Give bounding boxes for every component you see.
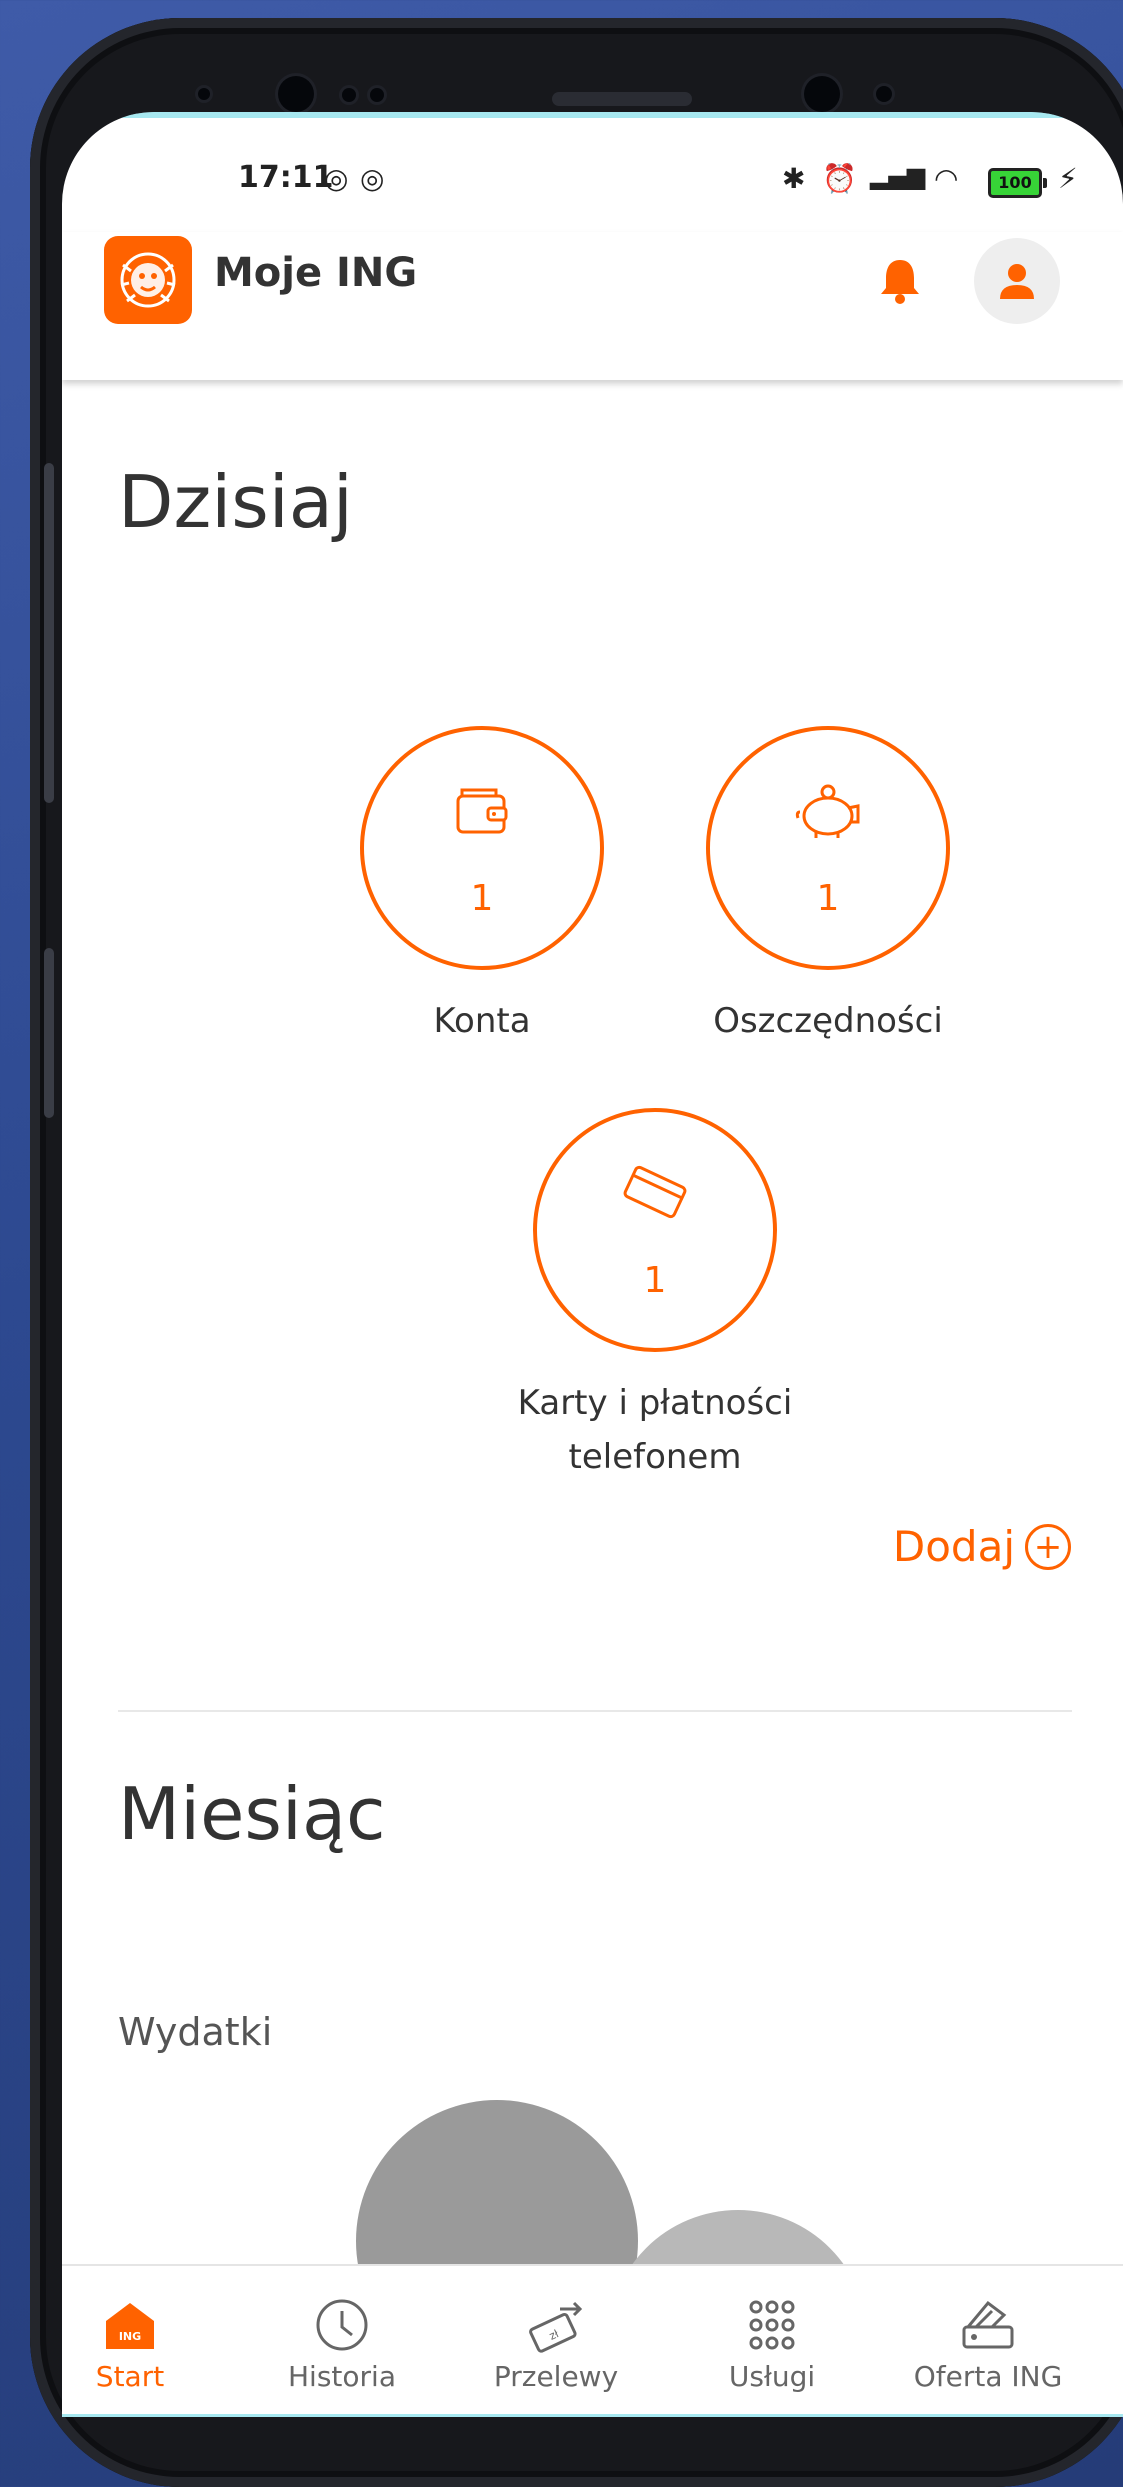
tile-savings[interactable]: 1 Oszczędności: [658, 726, 998, 1048]
card-icon: [623, 1165, 687, 1219]
alarm-icon: ⏰: [822, 162, 857, 195]
sensor-dot: [876, 86, 892, 102]
grid-icon: [749, 2300, 795, 2350]
nav-label: Usługi: [728, 2360, 816, 2393]
profile-button[interactable]: [974, 238, 1060, 324]
nav-item-services[interactable]: Usługi: [672, 2296, 872, 2393]
tile-circle: 1: [360, 726, 604, 970]
nav-label: Start: [95, 2360, 165, 2393]
nav-item-start[interactable]: ING Start: [62, 2296, 230, 2393]
tile-count: 1: [816, 878, 840, 919]
nav-item-history[interactable]: Historia: [242, 2296, 442, 2393]
app-title: Moje ING: [214, 250, 418, 296]
user-icon: [1000, 264, 1034, 299]
expenses-subtitle: Wydatki: [118, 2010, 273, 2054]
app-header: Moje ING: [62, 232, 1123, 380]
piggy-bank-icon: [795, 784, 860, 838]
tile-label: Karty i płatności telefonem: [485, 1376, 825, 1484]
tile-label: Oszczędności: [713, 1001, 943, 1041]
tile-count: 1: [470, 878, 494, 919]
nav-label: Przelewy: [493, 2360, 619, 2393]
wifi-icon: ◠: [934, 162, 959, 195]
section-title-month: Miesiąc: [118, 1772, 386, 1856]
tile-circle: 1: [533, 1108, 777, 1352]
transfer-icon: zł: [529, 2301, 583, 2353]
nav-item-transfers[interactable]: zł Przelewy: [456, 2296, 656, 2393]
offer-icon: [962, 2300, 1014, 2349]
earpiece-speaker: [552, 92, 692, 106]
wallet-icon: [456, 788, 508, 834]
home-icon: ING: [106, 2303, 154, 2349]
battery-icon: 100: [988, 168, 1047, 198]
add-product-button[interactable]: Dodaj +: [893, 1522, 1071, 1571]
nav-label: Historia: [288, 2360, 396, 2393]
phone-screen: 17:11 ◎ ◎ ✱ ⏰ ▂▄▆ ◠ 100 ⚡ Moje ING Dzisi…: [62, 112, 1123, 2417]
status-time: 17:11: [238, 160, 334, 195]
volume-button: [44, 463, 54, 803]
section-divider: [118, 1710, 1072, 1712]
svg-text:zł: zł: [547, 2327, 561, 2343]
front-camera: [278, 76, 314, 112]
add-label: Dodaj: [892, 1522, 1015, 1571]
plus-icon: +: [1025, 1523, 1071, 1570]
nav-label: Oferta ING: [913, 2360, 1063, 2393]
tile-label-line: telefonem: [568, 1437, 742, 1477]
tile-accounts[interactable]: 1 Konta: [312, 726, 652, 1048]
sensor-dot: [342, 88, 356, 102]
notification-icon: ◎: [324, 162, 349, 195]
front-sensor: [804, 76, 840, 112]
sensor-dot: [198, 88, 210, 100]
tile-circle: 1: [706, 726, 950, 970]
svg-text:ING: ING: [119, 2330, 141, 2343]
status-bar: 17:11 ◎ ◎ ✱ ⏰ ▂▄▆ ◠ 100 ⚡: [62, 152, 1123, 212]
tile-label: Konta: [433, 1001, 531, 1041]
clock-icon: [316, 2299, 368, 2351]
bottom-navigation: ING Start Historia zł Przelewy Usługi Of…: [62, 2264, 1123, 2417]
tile-cards[interactable]: 1 Karty i płatności telefonem: [485, 1108, 825, 1484]
lion-icon: [120, 252, 176, 308]
tile-label-line: Karty i płatności: [517, 1383, 793, 1423]
notification-icon: ◎: [360, 162, 385, 195]
bluetooth-icon: ✱: [782, 162, 806, 195]
nav-item-offer[interactable]: Oferta ING: [888, 2296, 1088, 2393]
signal-icon: ▂▄▆: [870, 162, 926, 190]
bell-icon[interactable]: [872, 252, 928, 308]
ing-lion-logo: [104, 236, 192, 324]
section-title-today: Dzisiaj: [118, 460, 353, 544]
main-content: Dzisiaj 1 Konta 1 Oszczędności 1 Karty i…: [62, 380, 1123, 2417]
sensor-dot: [370, 88, 384, 102]
power-button: [44, 948, 54, 1118]
charging-icon: ⚡: [1058, 162, 1078, 195]
tile-count: 1: [643, 1260, 667, 1301]
